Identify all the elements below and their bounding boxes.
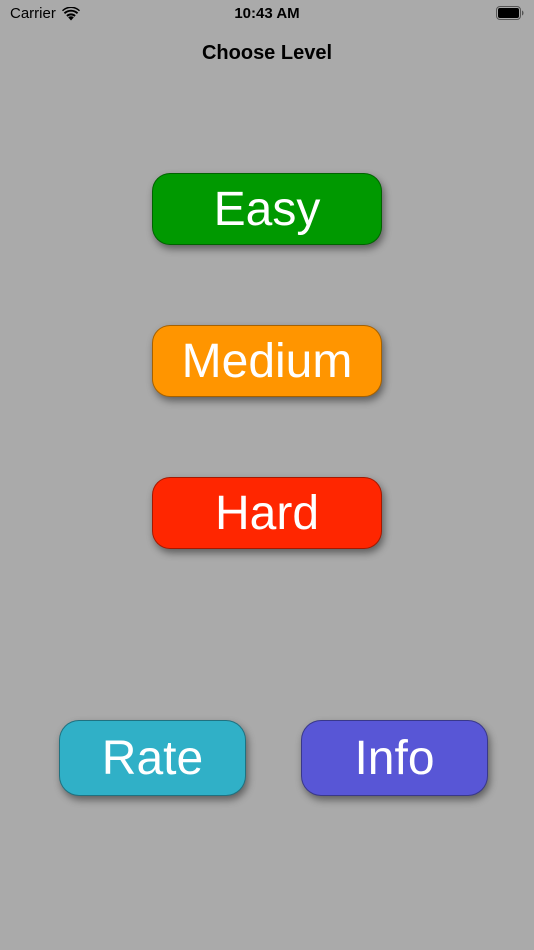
status-bar: Carrier 10:43 AM bbox=[0, 0, 534, 28]
info-button[interactable]: Info bbox=[301, 720, 488, 796]
page-title: Choose Level bbox=[201, 42, 333, 64]
easy-button-label: Easy bbox=[213, 182, 321, 236]
rate-button-label: Rate bbox=[101, 731, 204, 785]
medium-button-label: Medium bbox=[181, 334, 353, 388]
status-time: 10:43 AM bbox=[234, 5, 300, 22]
medium-button[interactable]: Medium bbox=[152, 325, 382, 397]
battery-icon bbox=[496, 6, 524, 20]
hard-button-label: Hard bbox=[214, 486, 320, 540]
rate-button[interactable]: Rate bbox=[59, 720, 246, 796]
hard-button[interactable]: Hard bbox=[152, 477, 382, 549]
easy-button[interactable]: Easy bbox=[152, 173, 382, 245]
info-button-label: Info bbox=[354, 731, 435, 785]
